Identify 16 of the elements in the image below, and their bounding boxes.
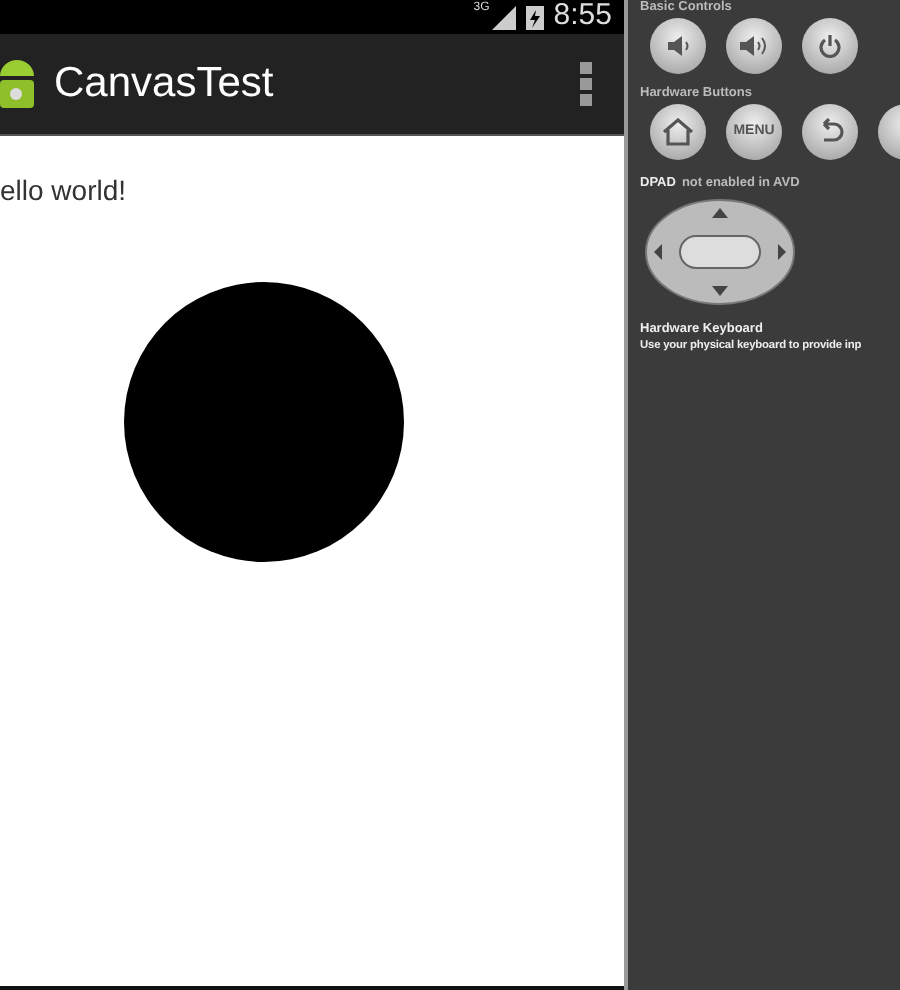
house-icon xyxy=(662,118,694,146)
speaker-button[interactable] xyxy=(650,18,706,74)
dpad-control[interactable] xyxy=(644,198,796,306)
hello-text: ello world! xyxy=(0,172,129,204)
power-button[interactable] xyxy=(802,18,858,74)
app-title: CanvasTest xyxy=(54,58,274,111)
signal-icon xyxy=(491,5,516,29)
house-button[interactable] xyxy=(650,104,706,160)
back-arrow-button[interactable] xyxy=(802,104,858,160)
power-icon xyxy=(818,34,842,58)
android-icon xyxy=(0,56,36,112)
speaker-loud-button[interactable] xyxy=(726,18,782,74)
clock-text: 8:55 xyxy=(553,0,612,37)
speaker-icon xyxy=(666,34,690,58)
overflow-menu-icon[interactable] xyxy=(580,62,592,106)
speaker-loud-icon xyxy=(738,34,770,58)
